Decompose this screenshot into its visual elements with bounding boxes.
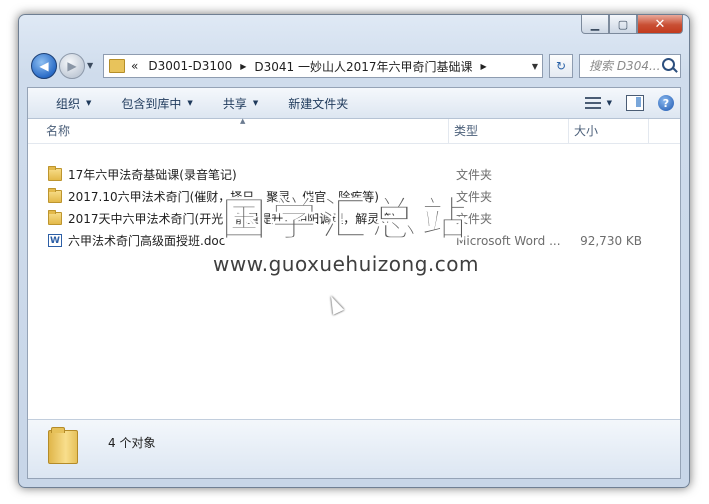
preview-pane-icon[interactable]	[626, 95, 644, 111]
maximize-button[interactable]: ▢	[609, 15, 637, 34]
column-headers: ▲ 名称 类型 大小	[28, 117, 680, 144]
list-item[interactable]: 六甲法术奇门高级面授班.doc Microsoft Word ... 92,73…	[28, 230, 680, 252]
navigation-bar: ◀ ▶ ▼ « D3001-D3100 ▶ D3041 一妙山人2017年六甲奇…	[27, 49, 681, 85]
command-bar: 组织 ▼ 包含到库中 ▼ 共享 ▼ 新建文件夹 ▼ ?	[28, 88, 680, 119]
file-type: 文件夹	[456, 190, 493, 204]
refresh-button[interactable]: ↻	[549, 54, 573, 78]
folder-icon	[48, 210, 62, 225]
search-placeholder: 搜索 D304...	[589, 59, 661, 73]
column-name[interactable]: 名称	[46, 119, 70, 143]
close-button[interactable]: ✕	[637, 15, 683, 34]
dropdown-arrow-icon: ▼	[252, 99, 259, 107]
chevron-right-icon[interactable]: ▶	[481, 62, 487, 71]
file-name: 2017天中六甲法术奇门(开光，能量提升，阴阳调理，解灵等)	[68, 212, 396, 226]
dropdown-arrow-icon: ▼	[86, 99, 92, 107]
explorer-window: ▁ ▢ ✕ ◀ ▶ ▼ « D3001-D3100 ▶ D3041 一妙山人20…	[18, 14, 690, 488]
organize-menu[interactable]: 组织 ▼	[28, 88, 101, 118]
search-box[interactable]: 搜索 D304...	[579, 54, 681, 78]
file-type: 文件夹	[456, 212, 493, 226]
new-folder-button[interactable]: 新建文件夹	[268, 88, 358, 118]
list-item[interactable]: 2017天中六甲法术奇门(开光，能量提升，阴阳调理，解灵等) 文件夹	[28, 208, 680, 230]
back-button[interactable]: ◀	[31, 53, 57, 79]
breadcrumb-segment-parent[interactable]: D3001-D3100	[148, 59, 232, 73]
refresh-icon: ↻	[555, 59, 567, 73]
column-separator[interactable]	[568, 119, 569, 143]
view-dropdown-icon[interactable]: ▼	[607, 99, 612, 107]
caption-buttons: ▁ ▢ ✕	[581, 15, 683, 34]
file-name: 17年六甲法奇基础课(录音笔记)	[68, 168, 237, 182]
minimize-icon: ▁	[590, 17, 600, 31]
search-icon[interactable]	[662, 58, 675, 71]
file-type: 文件夹	[456, 168, 493, 182]
toolbar-right: ▼ ?	[584, 88, 674, 118]
minimize-button[interactable]: ▁	[581, 15, 609, 34]
breadcrumb-segment-current[interactable]: D3041 一妙山人2017年六甲奇门基础课	[254, 58, 472, 75]
folder-icon	[48, 427, 78, 464]
sort-ascending-icon: ▲	[240, 117, 246, 125]
share-label: 共享	[222, 96, 247, 111]
close-icon: ✕	[654, 16, 666, 32]
item-count: 4 个对象	[108, 436, 156, 450]
folder-icon	[48, 188, 62, 203]
view-options-icon[interactable]	[584, 97, 601, 109]
details-pane: 4 个对象	[28, 419, 680, 478]
recent-pages-dropdown[interactable]: ▼	[87, 61, 93, 70]
help-icon[interactable]: ?	[658, 95, 674, 111]
new-folder-label: 新建文件夹	[288, 96, 349, 111]
file-name: 六甲法术奇门高级面授班.doc	[68, 234, 226, 248]
include-in-library-menu[interactable]: 包含到库中 ▼	[101, 88, 202, 118]
include-in-library-label: 包含到库中	[121, 96, 182, 111]
column-type[interactable]: 类型	[454, 119, 478, 143]
address-bar[interactable]: « D3001-D3100 ▶ D3041 一妙山人2017年六甲奇门基础课 ▶…	[103, 54, 543, 78]
list-item[interactable]: 17年六甲法奇基础课(录音笔记) 文件夹	[28, 164, 680, 186]
folder-icon	[109, 59, 125, 73]
forward-button[interactable]: ▶	[59, 53, 85, 79]
column-size[interactable]: 大小	[574, 119, 598, 143]
file-type: Microsoft Word ...	[456, 234, 561, 248]
back-arrow-icon: ◀	[39, 59, 49, 73]
column-separator[interactable]	[448, 119, 449, 143]
maximize-icon: ▢	[617, 17, 629, 31]
address-history-dropdown[interactable]: ▼	[532, 62, 538, 71]
organize-label: 组织	[56, 96, 81, 111]
share-menu[interactable]: 共享 ▼	[203, 88, 268, 118]
address-overflow[interactable]: «	[131, 59, 138, 73]
file-pane: 组织 ▼ 包含到库中 ▼ 共享 ▼ 新建文件夹 ▼ ? ▲ 名称 类型 大小 1…	[27, 87, 681, 479]
forward-arrow-icon: ▶	[67, 59, 77, 73]
file-name: 2017.10六甲法术奇门(催财，择日，聚灵，催官，除疾等)	[68, 190, 379, 204]
word-document-icon	[48, 230, 62, 252]
dropdown-arrow-icon: ▼	[187, 99, 193, 107]
file-size: 92,730 KB	[580, 234, 642, 248]
folder-icon	[48, 166, 62, 181]
column-separator[interactable]	[648, 119, 649, 143]
chevron-right-icon[interactable]: ▶	[240, 62, 246, 71]
list-item[interactable]: 2017.10六甲法术奇门(催财，择日，聚灵，催官，除疾等) 文件夹	[28, 186, 680, 208]
